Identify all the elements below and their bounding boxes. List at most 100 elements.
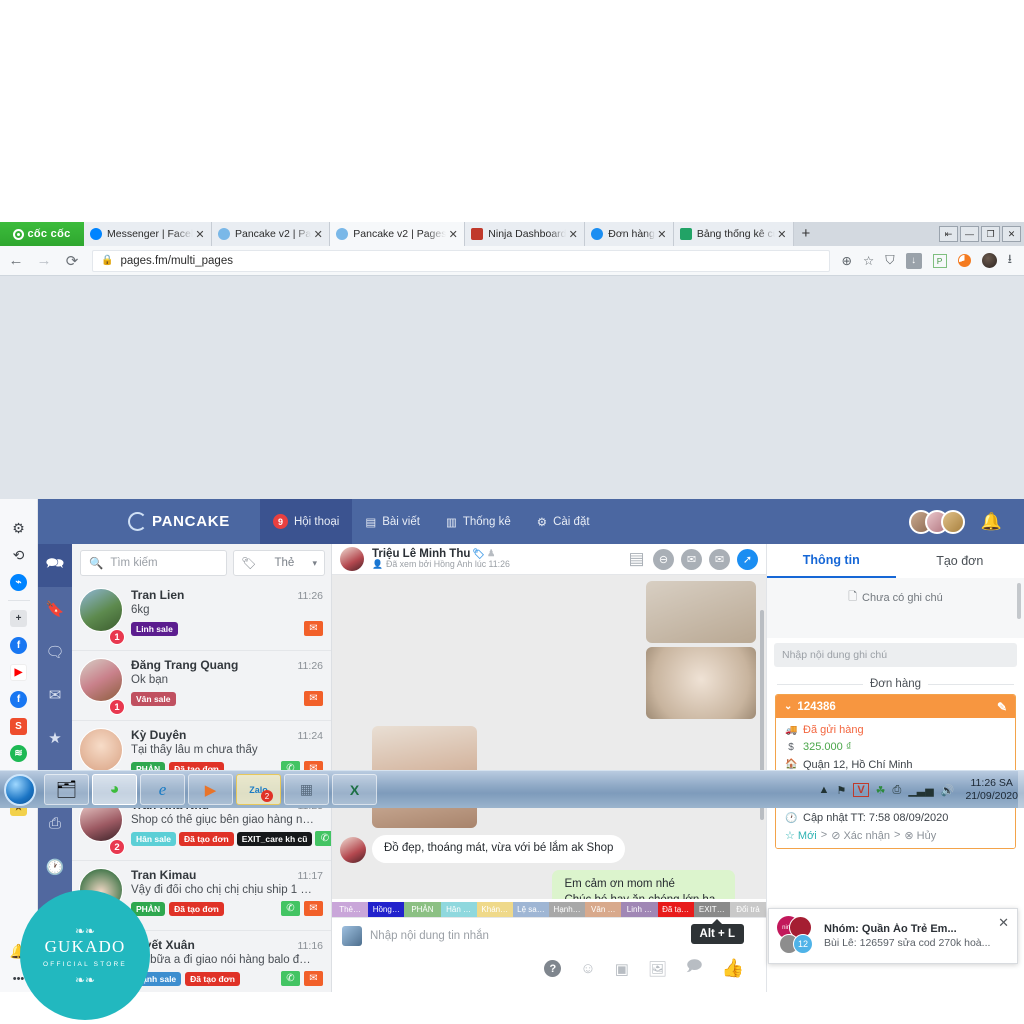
mail-action-button[interactable]: ✉ — [304, 971, 323, 986]
order-header[interactable]: ⌄ 124386 ✎ — [776, 695, 1015, 718]
quick-tag[interactable]: Hân … — [440, 902, 477, 917]
conversation-row[interactable]: 1 Đăng Trang Quang 11:26 Ok bạn Vân sale — [72, 651, 331, 721]
zoom-icon[interactable]: ⊕ — [842, 253, 852, 268]
reload-icon[interactable]: ⟳ — [64, 252, 80, 270]
taskbar-clock[interactable]: 11:26 SA 21/09/2020 — [961, 777, 1018, 803]
status-step-new[interactable]: ☆ Mới — [785, 829, 817, 842]
browser-tab-0[interactable]: Messenger | Facebo ✕ — [84, 222, 212, 246]
sidebar-item-conversations[interactable]: 🗪 — [38, 544, 72, 587]
quick-tag[interactable]: Đã tạ… — [657, 902, 694, 917]
conversation-tag[interactable]: Đã tạo đơn — [169, 901, 224, 916]
status-step-confirm[interactable]: ⊘ Xác nhận — [831, 829, 890, 842]
message-input[interactable]: Nhập nội dung tin nhắn — [370, 930, 489, 942]
browser-tab-3[interactable]: Ninja Dashboard ✕ — [465, 222, 586, 246]
maximize-button[interactable]: ❐ — [981, 226, 1000, 242]
quick-tag[interactable]: PHẢN — [404, 902, 441, 917]
coccoc-taskbar-item[interactable]: ◕ — [92, 774, 137, 805]
ie-taskbar-item[interactable]: e — [140, 774, 185, 805]
image-icon[interactable]: 🖼 — [648, 960, 667, 978]
add-icon[interactable]: + — [0, 605, 38, 632]
quick-tag[interactable]: Linh … — [621, 902, 658, 917]
pencil-icon[interactable]: ✎ — [997, 700, 1007, 714]
archive-icon[interactable]: ✉ — [681, 548, 702, 570]
shield-icon[interactable]: ⛉ — [885, 253, 894, 268]
call-action-button[interactable]: ✆ — [281, 901, 300, 916]
url-input[interactable]: 🔒 pages.fm/multi_pages — [92, 249, 830, 272]
contact-card-icon[interactable]: ▤ — [627, 549, 646, 570]
new-tab-button[interactable]: + — [794, 222, 818, 246]
explorer-taskbar-item[interactable]: 🗂 — [44, 774, 89, 805]
show-desktop-button[interactable] — [1018, 771, 1024, 809]
browser-tab-2[interactable]: Pancake v2 | Pages ✕ — [330, 222, 466, 246]
tray-expand-icon[interactable]: ▲ — [819, 784, 830, 796]
calculator-taskbar-item[interactable]: ▦ — [284, 774, 329, 805]
forward-icon[interactable]: → — [36, 252, 52, 269]
excel-taskbar-item[interactable]: X — [332, 774, 377, 805]
zalo-taskbar-item[interactable]: Zalo 2 — [236, 774, 281, 805]
close-icon[interactable]: ✕ — [655, 228, 669, 241]
close-icon[interactable]: ✕ — [446, 228, 460, 241]
mail-action-button[interactable]: ✉ — [304, 901, 323, 916]
notification-toast[interactable]: ninja 12 Nhóm: Quần Áo Trẻ Em... Bùi Lê:… — [768, 908, 1018, 964]
gear-icon[interactable]: ⚙ — [0, 515, 38, 542]
mail-action-button[interactable]: ✉ — [304, 691, 323, 706]
quick-tag[interactable]: Lệ sa… — [512, 902, 550, 917]
tray-flag-icon[interactable]: ⚑ — [836, 784, 846, 797]
star-icon[interactable]: ☆ — [863, 253, 874, 268]
bell-icon[interactable]: 🔔 — [981, 512, 1002, 532]
quick-tag[interactable]: Hồng… — [368, 902, 405, 917]
browser-tab-4[interactable]: Đơn hàng ✕ — [585, 222, 674, 246]
close-icon[interactable]: ✕ — [998, 915, 1009, 931]
conversation-tag[interactable]: Đã tạo đơn — [178, 831, 234, 846]
browser-tab-1[interactable]: Pancake v2 | Pa ✕ — [212, 222, 331, 246]
note-scrollbar[interactable] — [1017, 583, 1021, 619]
chevron-down-icon[interactable]: ⌄ — [784, 701, 792, 712]
facebook2-icon[interactable]: f — [0, 686, 38, 713]
nav-item-settings[interactable]: ⚙ Cài đặt — [524, 499, 603, 544]
message-area[interactable]: Đồ đẹp, thoáng mát, vừa với bé lắm ak Sh… — [332, 575, 766, 899]
shopee-icon[interactable]: S — [0, 713, 38, 740]
youtube-icon[interactable]: ▶ — [0, 659, 38, 686]
coccoc-extension-icon[interactable] — [957, 254, 971, 267]
tray-network-icon[interactable]: ▁▃▅ — [908, 784, 933, 797]
conversation-tag[interactable]: Linh sale — [131, 621, 178, 636]
quick-tag[interactable]: EXIT… — [693, 902, 730, 917]
close-icon[interactable]: ✕ — [193, 228, 207, 241]
minimize-button[interactable]: — — [960, 226, 979, 242]
close-window-button[interactable]: ✕ — [1002, 226, 1021, 242]
close-icon[interactable]: ✕ — [775, 228, 789, 241]
messenger-icon[interactable]: ⌁ — [0, 569, 38, 596]
sidebar-item-comments[interactable]: 🗨 — [38, 630, 72, 673]
tab-create-order[interactable]: Tạo đơn — [896, 544, 1024, 578]
spotify-icon[interactable]: ≋ — [0, 740, 38, 767]
block-icon[interactable]: ⊖ — [653, 548, 674, 570]
mail-action-button[interactable]: ✉ — [304, 621, 323, 636]
conversation-row[interactable]: 1 Tran Lien 11:26 6kg Linh sale ✉ — [72, 581, 331, 651]
browser-tab-5[interactable]: Bảng thống kê của ✕ — [673, 222, 794, 246]
conversation-tag[interactable]: EXIT_care kh cũ — [236, 831, 313, 846]
quick-tag[interactable]: Thẻ… — [332, 902, 369, 917]
media-player-taskbar-item[interactable]: ▶ — [188, 774, 233, 805]
send-icon[interactable]: ➚ — [737, 548, 758, 570]
tab-info[interactable]: Thông tin — [767, 544, 896, 578]
conversation-tag[interactable]: Vân sale — [131, 691, 176, 706]
tag-filter-dropdown[interactable]: 🏷 Thẻ ▾ — [233, 550, 325, 576]
quick-reply-icon[interactable]: 🗩 — [686, 956, 703, 981]
close-icon[interactable]: ✕ — [311, 228, 325, 241]
tray-unikey-icon[interactable]: V — [853, 783, 869, 797]
quick-tag[interactable]: Khán… — [476, 902, 513, 917]
conversation-tag[interactable]: Hân sale — [131, 831, 176, 846]
emoji-icon[interactable]: ☺ — [580, 960, 595, 977]
tray-update-icon[interactable]: ☘ — [876, 784, 886, 797]
tray-teamviewer-icon[interactable]: ⎙ — [893, 784, 902, 797]
like-icon[interactable]: 👍 — [722, 958, 744, 979]
conversation-tag[interactable]: PHẢN — [131, 901, 166, 916]
search-input[interactable]: 🔍 Tìm kiếm — [80, 550, 227, 576]
sidebar-item-inbox[interactable]: ✉ — [38, 673, 72, 716]
nav-item-conversations[interactable]: 9 Hội thoại — [259, 499, 353, 544]
nav-item-posts[interactable]: ▤ Bài viết — [352, 499, 433, 544]
download-tray-icon[interactable]: ⭳ — [1008, 250, 1012, 271]
quick-tag[interactable]: Vân … — [585, 902, 622, 917]
message-image[interactable] — [646, 581, 756, 643]
call-action-button[interactable]: ✆ — [315, 831, 331, 846]
